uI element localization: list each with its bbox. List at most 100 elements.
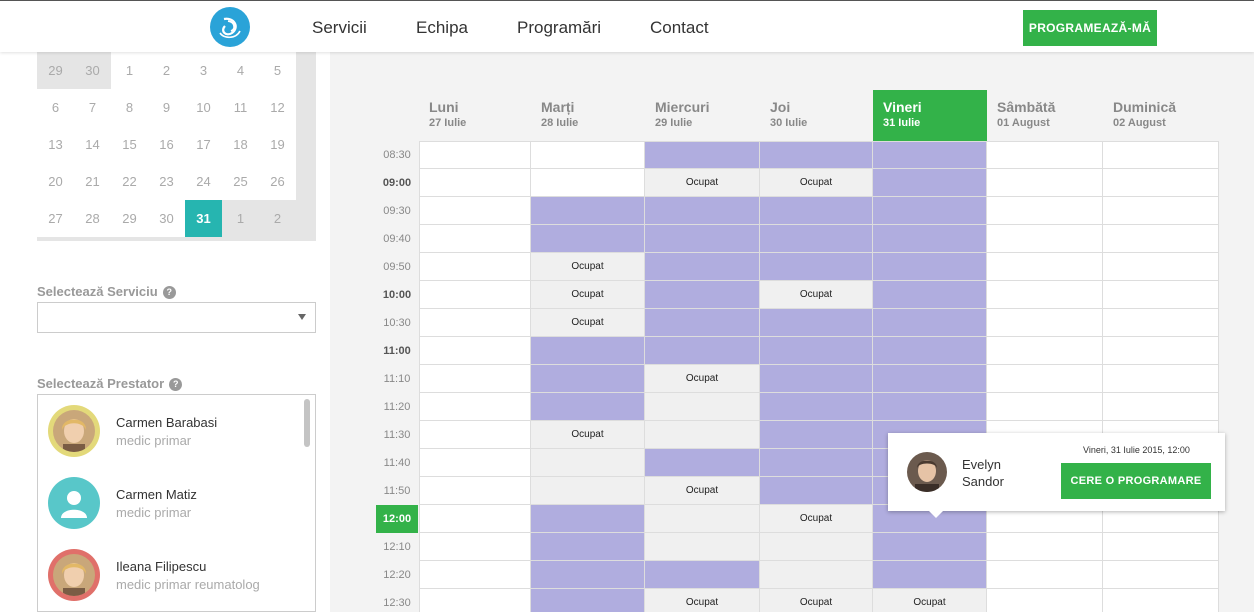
calendar-day[interactable]: 24 [185, 163, 222, 200]
calendar-day[interactable]: 7 [74, 89, 111, 126]
time-slot[interactable] [531, 141, 645, 169]
calendar-day[interactable]: 25 [222, 163, 259, 200]
day-header[interactable]: Marți 28 Iulie [531, 90, 645, 142]
nav-echipa[interactable]: Echipa [416, 18, 468, 38]
time-slot[interactable] [419, 197, 531, 225]
calendar-day[interactable]: 10 [185, 89, 222, 126]
time-slot[interactable] [419, 253, 531, 281]
calendar-day[interactable]: 15 [111, 126, 148, 163]
day-header[interactable]: Vineri 31 Iulie [873, 90, 987, 142]
time-slot[interactable] [987, 309, 1103, 337]
time-slot[interactable] [1103, 589, 1219, 612]
time-slot[interactable] [987, 281, 1103, 309]
time-slot[interactable] [419, 589, 531, 612]
time-slot[interactable] [987, 589, 1103, 612]
calendar-day[interactable]: 2 [259, 200, 296, 237]
calendar-day[interactable]: 18 [222, 126, 259, 163]
day-header[interactable]: Sâmbătă 01 August [987, 90, 1103, 142]
time-slot[interactable] [419, 169, 531, 197]
calendar-day[interactable]: 29 [37, 52, 74, 89]
request-appointment-button[interactable]: CERE O PROGRAMARE [1061, 463, 1211, 499]
programeaza-button[interactable]: PROGRAMEAZĂ-MĂ [1023, 10, 1157, 46]
calendar-day[interactable]: 27 [37, 200, 74, 237]
time-slot[interactable] [419, 141, 531, 169]
provider-item[interactable]: Carmen Barabasi medic primar [48, 405, 288, 459]
time-slot[interactable] [987, 169, 1103, 197]
calendar-day[interactable]: 13 [37, 126, 74, 163]
time-slot[interactable] [1103, 393, 1219, 421]
calendar-day[interactable]: 5 [259, 52, 296, 89]
day-header[interactable]: Duminică 02 August [1103, 90, 1219, 142]
calendar-day[interactable]: 3 [185, 52, 222, 89]
time-slot[interactable] [1103, 337, 1219, 365]
time-slot[interactable] [419, 393, 531, 421]
nav-programari[interactable]: Programări [517, 18, 601, 38]
time-slot[interactable] [1103, 533, 1219, 561]
service-select[interactable] [37, 302, 316, 333]
calendar-day[interactable]: 8 [111, 89, 148, 126]
time-slot[interactable] [987, 253, 1103, 281]
day-header[interactable]: Luni 27 Iulie [419, 90, 531, 142]
time-slot[interactable] [419, 281, 531, 309]
time-slot[interactable] [987, 365, 1103, 393]
time-slot[interactable] [1103, 197, 1219, 225]
logo-icon[interactable] [210, 7, 250, 47]
time-slot[interactable] [419, 561, 531, 589]
time-slot[interactable] [419, 421, 531, 449]
time-slot[interactable] [987, 197, 1103, 225]
calendar-day[interactable]: 14 [74, 126, 111, 163]
time-slot[interactable] [1103, 281, 1219, 309]
provider-list-scrollbar[interactable] [304, 399, 310, 447]
calendar-day[interactable]: 1 [111, 52, 148, 89]
time-slot[interactable] [1103, 253, 1219, 281]
calendar-day[interactable]: 30 [74, 52, 111, 89]
calendar-day[interactable]: 29 [111, 200, 148, 237]
nav-servicii[interactable]: Servicii [312, 18, 367, 38]
calendar-day[interactable]: 23 [148, 163, 185, 200]
day-header[interactable]: Joi 30 Iulie [760, 90, 873, 142]
time-slot[interactable] [419, 477, 531, 505]
time-slot[interactable] [1103, 365, 1219, 393]
time-slot[interactable] [531, 169, 645, 197]
provider-item[interactable]: Ileana Filipescu medic primar reumatolog [48, 549, 288, 603]
time-slot[interactable] [419, 533, 531, 561]
time-slot[interactable] [987, 561, 1103, 589]
time-slot[interactable] [987, 337, 1103, 365]
nav-contact[interactable]: Contact [650, 18, 709, 38]
provider-item[interactable]: Carmen Matiz medic primar [48, 477, 288, 531]
time-slot[interactable] [987, 141, 1103, 169]
calendar-day[interactable]: 28 [74, 200, 111, 237]
calendar-day[interactable]: 4 [222, 52, 259, 89]
calendar-day[interactable]: 6 [37, 89, 74, 126]
time-slot[interactable] [1103, 169, 1219, 197]
time-slot[interactable] [419, 225, 531, 253]
help-icon[interactable]: ? [169, 378, 183, 391]
time-slot[interactable] [1103, 309, 1219, 337]
calendar-day[interactable]: 21 [74, 163, 111, 200]
time-slot[interactable] [1103, 141, 1219, 169]
calendar-day[interactable]: 30 [148, 200, 185, 237]
time-slot[interactable] [419, 505, 531, 533]
calendar-day[interactable]: 2 [148, 52, 185, 89]
calendar-day-selected[interactable]: 31 [185, 200, 222, 237]
time-slot[interactable] [419, 449, 531, 477]
day-header[interactable]: Miercuri 29 Iulie [645, 90, 760, 142]
time-slot[interactable] [987, 393, 1103, 421]
time-slot[interactable] [419, 337, 531, 365]
calendar-day[interactable]: 26 [259, 163, 296, 200]
time-slot[interactable] [419, 309, 531, 337]
calendar-day[interactable]: 9 [148, 89, 185, 126]
calendar-day[interactable]: 16 [148, 126, 185, 163]
calendar-day[interactable]: 17 [185, 126, 222, 163]
calendar-day[interactable]: 12 [259, 89, 296, 126]
calendar-day[interactable]: 1 [222, 200, 259, 237]
calendar-day[interactable]: 11 [222, 89, 259, 126]
time-slot[interactable] [987, 533, 1103, 561]
help-icon[interactable]: ? [162, 286, 176, 299]
time-slot[interactable] [987, 225, 1103, 253]
calendar-day[interactable]: 20 [37, 163, 74, 200]
time-slot[interactable] [1103, 225, 1219, 253]
calendar-day[interactable]: 22 [111, 163, 148, 200]
calendar-day[interactable]: 19 [259, 126, 296, 163]
time-slot[interactable] [419, 365, 531, 393]
